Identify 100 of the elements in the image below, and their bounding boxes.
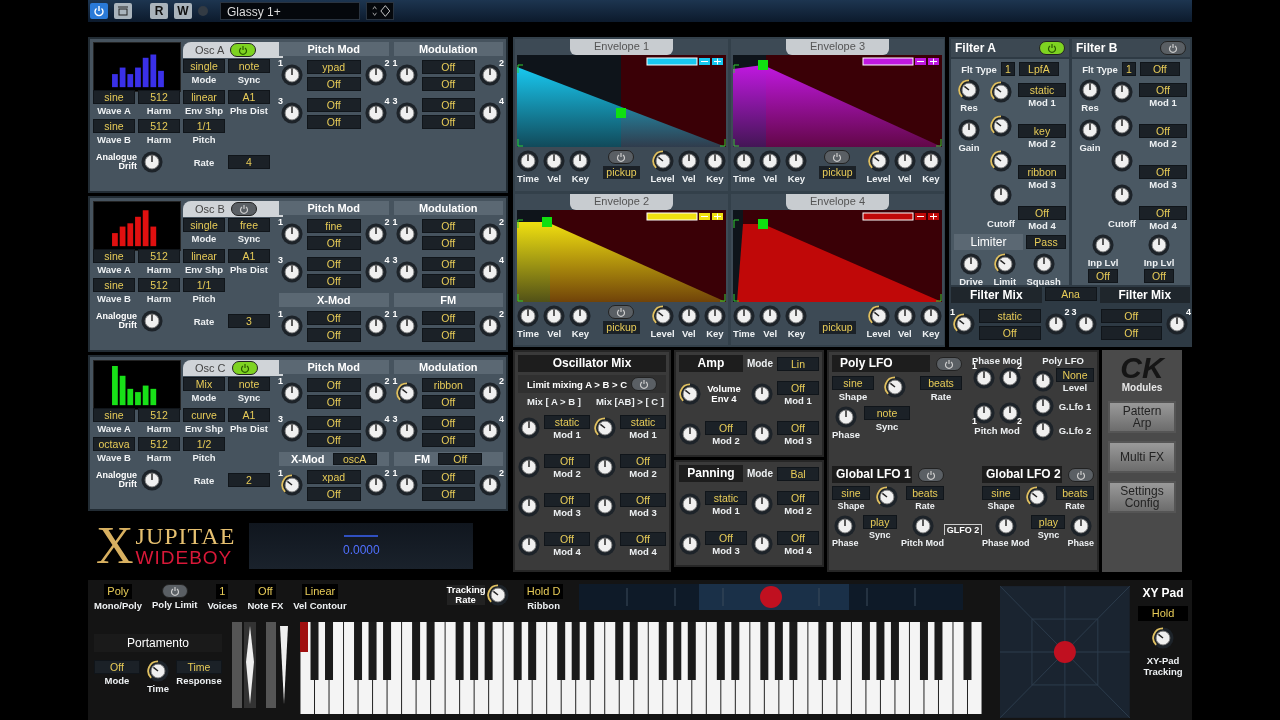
value-display[interactable]: 1 — [216, 584, 229, 599]
knob[interactable] — [1111, 115, 1133, 138]
knob[interactable] — [999, 367, 1021, 389]
value-display[interactable]: Off — [544, 454, 590, 468]
knob[interactable] — [990, 149, 1012, 172]
knob[interactable] — [364, 64, 387, 86]
knob[interactable] — [1166, 313, 1188, 335]
knob[interactable] — [141, 151, 163, 173]
knob[interactable] — [733, 150, 756, 172]
power-button[interactable] — [824, 150, 851, 164]
bypass-button[interactable] — [114, 3, 132, 19]
value-display[interactable]: single — [183, 59, 225, 73]
knob[interactable] — [876, 486, 898, 508]
value-display[interactable]: Off — [777, 531, 819, 545]
value-display[interactable]: Off — [307, 327, 361, 342]
value-display[interactable]: Off — [421, 327, 475, 342]
knob[interactable] — [751, 382, 773, 405]
power-button[interactable] — [918, 467, 944, 482]
value-display[interactable]: 512 — [138, 90, 180, 104]
value-display[interactable]: Off — [620, 454, 666, 468]
knob[interactable] — [594, 416, 616, 439]
knob[interactable] — [958, 79, 980, 101]
knob[interactable] — [395, 382, 418, 404]
value-display[interactable]: Lin — [777, 356, 819, 371]
value-display[interactable]: 512 — [138, 249, 180, 263]
value-display[interactable]: 1 — [1000, 62, 1015, 76]
value-display[interactable]: Off — [1100, 308, 1162, 323]
value-display[interactable]: Ana — [1044, 287, 1097, 301]
value-display[interactable]: 2 — [228, 473, 270, 487]
knob[interactable] — [893, 150, 916, 172]
piano-keyboard[interactable] — [300, 622, 982, 714]
value-display[interactable]: note — [228, 377, 270, 391]
knob[interactable] — [867, 304, 890, 327]
value-display[interactable]: Off — [307, 377, 361, 392]
knob[interactable] — [759, 150, 782, 172]
value-display[interactable]: Off — [777, 421, 819, 435]
value-display[interactable]: Off — [307, 310, 361, 325]
value-display[interactable]: fine — [307, 218, 361, 233]
knob[interactable] — [281, 223, 303, 245]
knob[interactable] — [1044, 313, 1067, 335]
knob[interactable] — [479, 102, 501, 124]
knob[interactable] — [958, 119, 980, 141]
knob[interactable] — [990, 183, 1012, 206]
value-display[interactable]: play — [1031, 515, 1066, 529]
value-display[interactable]: Off — [705, 421, 747, 435]
toolbar-button[interactable]: W — [174, 3, 192, 19]
knob[interactable] — [395, 420, 418, 442]
value-display[interactable]: sine — [93, 408, 135, 422]
value-display[interactable]: Off — [777, 381, 819, 395]
value-display[interactable]: Off — [1087, 269, 1119, 283]
value-display[interactable]: 512 — [138, 119, 180, 133]
value-display[interactable]: Off — [421, 76, 475, 91]
knob[interactable] — [364, 315, 387, 337]
knob[interactable] — [1032, 369, 1054, 392]
value-display[interactable]: Off — [1018, 206, 1066, 220]
knob[interactable] — [884, 376, 906, 398]
value-display[interactable]: 512 — [138, 278, 180, 292]
value-display[interactable]: None — [1056, 368, 1094, 382]
value-display[interactable]: Off — [421, 235, 475, 250]
power-button[interactable] — [90, 3, 108, 19]
minus-icon[interactable] — [915, 212, 926, 220]
knob[interactable] — [147, 660, 169, 682]
value-display[interactable]: Mix — [183, 377, 225, 391]
value-display[interactable]: Off — [421, 310, 475, 325]
knob[interactable] — [517, 304, 540, 327]
envelope-node[interactable] — [616, 108, 626, 118]
value-display[interactable]: Off — [307, 394, 361, 409]
knob[interactable] — [1069, 515, 1092, 537]
knob[interactable] — [1092, 234, 1114, 256]
knob[interactable] — [479, 64, 501, 86]
toolbar-button[interactable]: R — [150, 3, 168, 19]
knob[interactable] — [990, 81, 1012, 103]
power-button[interactable] — [230, 202, 257, 216]
envelope-node[interactable] — [758, 60, 768, 70]
value-display[interactable]: sine — [93, 119, 135, 133]
value-display[interactable]: Off — [255, 584, 276, 599]
knob[interactable] — [479, 223, 501, 245]
knob[interactable] — [990, 115, 1012, 138]
plus-icon[interactable] — [712, 212, 723, 220]
value-display[interactable]: linear — [183, 90, 225, 104]
value-display[interactable]: oscA — [332, 453, 377, 465]
preset-arrows-icon[interactable] — [366, 2, 394, 20]
value-display[interactable]: Off — [307, 76, 361, 91]
knob[interactable] — [677, 304, 700, 327]
knob[interactable] — [651, 304, 674, 327]
value-display[interactable]: 512 — [138, 437, 180, 451]
knob[interactable] — [479, 382, 501, 404]
knob[interactable] — [518, 533, 540, 556]
pickup-display[interactable]: pickup — [603, 320, 640, 334]
knob[interactable] — [518, 416, 540, 439]
knob[interactable] — [543, 304, 566, 327]
knob[interactable] — [479, 315, 501, 337]
knob[interactable] — [973, 402, 995, 424]
value-display[interactable]: note — [864, 406, 910, 420]
value-display[interactable]: A1 — [228, 408, 270, 422]
value-display[interactable]: 4 — [228, 155, 270, 169]
value-display[interactable]: Off — [421, 432, 475, 447]
value-display[interactable]: Off — [1139, 124, 1187, 138]
power-button[interactable] — [161, 584, 188, 598]
value-display[interactable]: ypad — [307, 59, 361, 74]
